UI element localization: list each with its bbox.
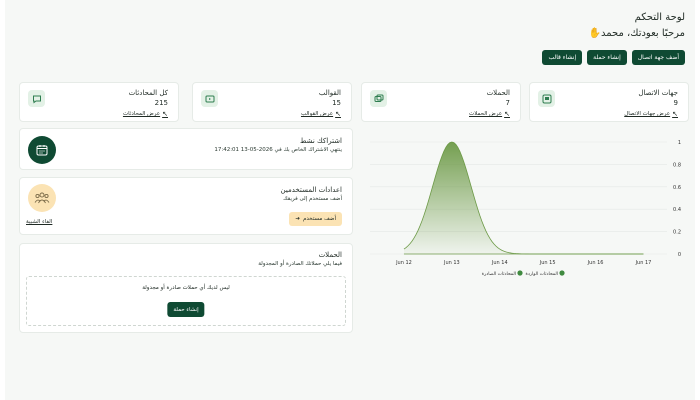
user-settings-subtitle: أضف مستخدم إلى فريقك xyxy=(283,196,342,202)
x-tick-label: Jun 14 xyxy=(491,260,508,266)
link-label: عرض الحملات xyxy=(469,111,503,117)
contacts-icon xyxy=(538,90,555,107)
view-conversations-link[interactable]: عرض المحادثات ↖ xyxy=(123,110,168,118)
subscription-detail: ينتهي الاشتراك الخاص بك في 2026-05-13 17… xyxy=(214,147,342,153)
welcome-message: مرحبًا بعودتك، محمد✋ xyxy=(589,28,685,39)
create-campaign-empty-button[interactable]: إنشاء حملة xyxy=(167,302,205,317)
y-tick-label: 0.8 xyxy=(673,162,681,168)
campaigns-title: الحملات xyxy=(318,251,342,259)
campaigns-icon xyxy=(370,90,387,107)
stat-label: القوالب xyxy=(318,89,341,97)
campaigns-card: الحملات فيما يلي حملاتك الصادرة أو المجد… xyxy=(19,243,353,333)
view-templates-link[interactable]: عرض القوالب ↖ xyxy=(301,110,341,118)
add-user-button[interactable]: أضف مستخدم ➔ xyxy=(289,212,342,226)
series-area xyxy=(403,142,644,254)
x-tick-label: Jun 15 xyxy=(539,260,556,266)
stat-card-conversations: كل المحادثات 215 عرض المحادثات ↖ xyxy=(19,82,179,122)
templates-icon xyxy=(201,90,218,107)
conversations-chart: 0 0.2 0.4 0.6 0.8 1 Jun 12 Jun 13 Jun 14 Jun 15 Ju… xyxy=(362,128,692,278)
stat-value: 7 xyxy=(505,99,510,107)
subscription-title: اشتراكك نشط xyxy=(299,137,342,145)
y-tick-label: 0.4 xyxy=(673,207,681,213)
arrow-up-left-icon: ↖ xyxy=(504,110,510,118)
quick-actions: أضف جهة اتصال إنشاء حملة إنشاء قالب xyxy=(542,50,685,65)
create-template-button[interactable]: إنشاء قالب xyxy=(542,50,583,65)
arrow-up-left-icon: ↖ xyxy=(672,110,678,118)
y-tick-label: 0.2 xyxy=(673,230,681,236)
stat-label: كل المحادثات xyxy=(128,89,168,97)
button-label: أضف مستخدم xyxy=(303,216,336,222)
stat-value: 15 xyxy=(332,99,341,107)
link-label: عرض القوالب xyxy=(300,111,334,117)
y-tick-label: 1 xyxy=(678,140,681,146)
arrow-left-icon: ➔ xyxy=(295,216,300,222)
legend-label: المحادثات الواردة xyxy=(525,272,558,277)
user-settings-title: اعدادات المستخدمين xyxy=(280,186,342,194)
legend-marker xyxy=(559,270,565,276)
y-tick-label: 0 xyxy=(678,252,681,258)
x-tick-label: Jun 17 xyxy=(635,260,652,266)
campaigns-subtitle: فيما يلي حملاتك الصادرة أو المجدولة xyxy=(258,261,342,267)
arrow-up-left-icon: ↖ xyxy=(335,110,341,118)
legend-marker xyxy=(517,270,523,276)
chat-icon xyxy=(28,90,45,107)
create-campaign-button[interactable]: إنشاء حملة xyxy=(587,50,627,65)
add-contact-button[interactable]: أضف جهة اتصال xyxy=(631,50,685,65)
legend-label: المحادثات الصادرة xyxy=(482,272,516,277)
stat-card-templates: القوالب 15 عرض القوالب ↖ xyxy=(192,82,352,122)
stat-label: الحملات xyxy=(486,89,510,97)
stat-card-contacts: جهات الاتصال 9 عرض جهات الاتصال ↖ xyxy=(529,82,689,122)
stat-label: جهات الاتصال xyxy=(638,89,678,97)
x-tick-label: Jun 13 xyxy=(443,260,460,266)
calendar-icon xyxy=(28,136,56,164)
team-link[interactable]: الفاء الشبية xyxy=(26,219,52,225)
subscription-card: اشتراكك نشط ينتهي الاشتراك الخاص بك في 2… xyxy=(19,128,353,170)
view-contacts-link[interactable]: عرض جهات الاتصال ↖ xyxy=(624,110,678,118)
y-tick-label: 0.6 xyxy=(673,185,681,191)
link-label: عرض جهات الاتصال xyxy=(624,111,671,117)
x-tick-label: Jun 16 xyxy=(587,260,604,266)
x-tick-label: Jun 12 xyxy=(395,260,412,266)
empty-state-text: ليس لديك أي حملات صادرة أو مجدولة xyxy=(142,285,230,291)
waving-hand-icon: ✋ xyxy=(588,28,602,39)
stat-value: 9 xyxy=(673,99,678,107)
page-title: لوحة التحكم xyxy=(634,12,685,23)
link-label: عرض المحادثات xyxy=(122,111,161,117)
page: لوحة التحكم مرحبًا بعودتك، محمد✋ أضف جهة… xyxy=(5,0,695,400)
user-settings-card: اعدادات المستخدمين أضف مستخدم إلى فريقك … xyxy=(19,177,353,235)
arrow-up-left-icon: ↖ xyxy=(162,110,168,118)
view-campaigns-link[interactable]: عرض الحملات ↖ xyxy=(469,110,510,118)
team-icon xyxy=(28,184,56,212)
stat-value: 215 xyxy=(154,99,168,107)
campaigns-empty-state: ليس لديك أي حملات صادرة أو مجدولة إنشاء … xyxy=(26,276,346,326)
welcome-text: مرحبًا بعودتك، محمد xyxy=(601,28,685,39)
stat-card-campaigns: الحملات 7 عرض الحملات ↖ xyxy=(361,82,521,122)
chart-svg: 0 0.2 0.4 0.6 0.8 1 Jun 12 Jun 13 Jun 14 Jun 15 Ju… xyxy=(370,140,681,277)
